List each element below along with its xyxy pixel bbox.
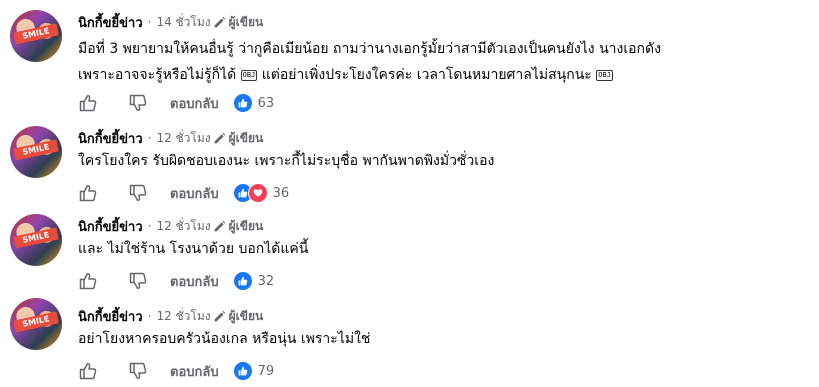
- avatar[interactable]: SMILE: [10, 298, 62, 350]
- comment-header: นิกกี้ขยี้ข่าว · 12 ชั่วโมง ผู้เขียน: [78, 216, 263, 236]
- comment-text-line: ใครโยงใคร รับผิดชอบเองนะ เพราะกี้ไม่ระบุ…: [78, 153, 495, 169]
- comment-text-line: และ ไม่ใช่ร้าน โรงนาด้วย บอกได้แค่นี้: [78, 241, 309, 257]
- reaction-count: 63: [257, 95, 275, 111]
- obj-emoji-icon: OBJ: [596, 70, 613, 81]
- dislike-button[interactable]: [128, 361, 148, 381]
- comment-text: และ ไม่ใช่ร้าน โรงนาด้วย บอกได้แค่นี้: [78, 236, 808, 262]
- thumb-up-icon: [79, 273, 97, 290]
- comment-header: นิกกี้ขยี้ข่าว · 12 ชั่วโมง ผู้เขียน: [78, 306, 263, 326]
- like-reaction-icon: [232, 361, 253, 381]
- comment-header: นิกกี้ขยี้ข่าว · 14 ชั่วโมง ผู้เขียน: [78, 12, 263, 32]
- author-badge: ผู้เขียน: [213, 129, 264, 148]
- like-button[interactable]: [78, 361, 98, 381]
- timestamp[interactable]: 12 ชั่วโมง: [156, 129, 210, 148]
- avatar-logo: SMILE: [13, 311, 59, 333]
- author-name[interactable]: นิกกี้ขยี้ข่าว: [78, 306, 143, 327]
- author-name[interactable]: นิกกี้ขยี้ข่าว: [78, 216, 143, 237]
- like-reaction-icon: [232, 271, 253, 291]
- author-badge-label: ผู้เขียน: [228, 218, 264, 233]
- timestamp[interactable]: 12 ชั่วโมง: [156, 217, 210, 236]
- author-badge-label: ผู้เขียน: [228, 14, 264, 29]
- love-reaction-icon: [247, 183, 268, 203]
- dislike-button[interactable]: [128, 183, 148, 203]
- thumb-down-icon: [129, 94, 147, 111]
- reaction-summary[interactable]: 36: [232, 183, 290, 203]
- like-reaction-icon: [232, 93, 253, 113]
- dot-separator: ·: [147, 219, 152, 233]
- pencil-icon: [214, 310, 225, 321]
- timestamp[interactable]: 14 ชั่วโมง: [156, 13, 210, 32]
- thumb-down-icon: [129, 362, 147, 379]
- comment-actions: ตอบกลับ 32: [78, 269, 274, 293]
- comment-text: มือที่ 3 พยายามให้คนอื่นรู้ ว่ากูคือเมีย…: [78, 36, 808, 88]
- avatar-logo: SMILE: [13, 227, 59, 249]
- thumb-down-icon: [129, 184, 147, 201]
- author-name[interactable]: นิกกี้ขยี้ข่าว: [78, 128, 143, 149]
- pencil-icon: [214, 220, 225, 231]
- dislike-button[interactable]: [128, 93, 148, 113]
- comment-text-segment: แต่อย่าเพิ่งประโยงใครค่ะ เวลาโดนหมายศาลไ…: [261, 67, 592, 83]
- author-badge-label: ผู้เขียน: [228, 308, 264, 323]
- author-badge: ผู้เขียน: [213, 217, 264, 236]
- reaction-count: 79: [257, 363, 275, 379]
- comment-text: ใครโยงใคร รับผิดชอบเองนะ เพราะกี้ไม่ระบุ…: [78, 148, 808, 174]
- comment-text-line: อย่าโยงหาครอบครัวน้องเกล หรือนุ่น เพราะไ…: [78, 331, 371, 347]
- reaction-summary[interactable]: 63: [232, 93, 275, 113]
- reply-button[interactable]: ตอบกลับ: [170, 183, 219, 204]
- pencil-icon: [214, 132, 225, 143]
- avatar[interactable]: SMILE: [10, 10, 62, 62]
- comment-actions: ตอบกลับ 36: [78, 181, 289, 205]
- like-button[interactable]: [78, 93, 98, 113]
- thumb-up-icon: [79, 363, 97, 380]
- comment-actions: ตอบกลับ 63: [78, 91, 274, 115]
- thumb-up-icon: [79, 185, 97, 202]
- reaction-count: 32: [257, 273, 275, 289]
- author-badge: ผู้เขียน: [213, 13, 264, 32]
- author-name[interactable]: นิกกี้ขยี้ข่าว: [78, 12, 143, 33]
- avatar-logo: SMILE: [13, 23, 59, 45]
- reaction-count: 36: [272, 185, 290, 201]
- thumb-up-icon: [79, 95, 97, 112]
- reply-button[interactable]: ตอบกลับ: [170, 93, 219, 114]
- comment-text-line: มือที่ 3 พยายามให้คนอื่นรู้ ว่ากูคือเมีย…: [78, 41, 661, 57]
- comment-header: นิกกี้ขยี้ข่าว · 12 ชั่วโมง ผู้เขียน: [78, 128, 263, 148]
- avatar-logo: SMILE: [13, 139, 59, 161]
- comment-text-line: เพราะอาจจะรู้หรือไม่รู้ก็ได้ OBJ แต่อย่า…: [78, 62, 808, 88]
- dot-separator: ·: [147, 309, 152, 323]
- obj-emoji-icon: OBJ: [240, 70, 258, 81]
- author-badge-label: ผู้เขียน: [228, 130, 264, 145]
- reaction-summary[interactable]: 79: [232, 361, 275, 381]
- reply-button[interactable]: ตอบกลับ: [170, 361, 219, 382]
- thumb-down-icon: [129, 272, 147, 289]
- reply-button[interactable]: ตอบกลับ: [170, 271, 219, 292]
- comment-actions: ตอบกลับ 79: [78, 359, 274, 383]
- dislike-button[interactable]: [128, 271, 148, 291]
- reaction-summary[interactable]: 32: [232, 271, 275, 291]
- comment-text: อย่าโยงหาครอบครัวน้องเกล หรือนุ่น เพราะไ…: [78, 326, 808, 352]
- dot-separator: ·: [147, 131, 152, 145]
- avatar[interactable]: SMILE: [10, 126, 62, 178]
- avatar[interactable]: SMILE: [10, 214, 62, 266]
- timestamp[interactable]: 12 ชั่วโมง: [156, 307, 210, 326]
- dot-separator: ·: [147, 15, 152, 29]
- like-button[interactable]: [78, 183, 98, 203]
- pencil-icon: [214, 16, 225, 27]
- comment-text-segment: เพราะอาจจะรู้หรือไม่รู้ก็ได้: [78, 67, 237, 83]
- author-badge: ผู้เขียน: [213, 307, 264, 326]
- like-button[interactable]: [78, 271, 98, 291]
